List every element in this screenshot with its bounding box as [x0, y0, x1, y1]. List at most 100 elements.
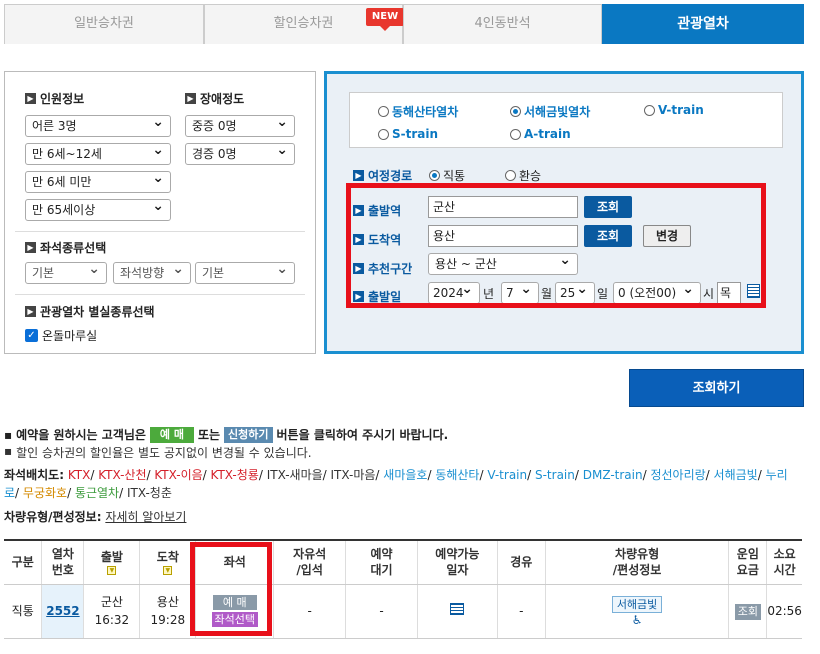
- cell-duration: 02:56: [766, 584, 802, 639]
- cell-available-date[interactable]: [416, 584, 498, 639]
- tab-four-seat[interactable]: 4인동반석: [403, 4, 602, 44]
- tab-tourist-train[interactable]: 관광열차: [602, 4, 804, 44]
- seat-layout-link[interactable]: 새마을호: [383, 468, 427, 482]
- seat-layout-link[interactable]: KTX-산천: [98, 468, 146, 482]
- th-vehicle: 차량유형 /편성정보: [544, 539, 729, 585]
- th-departure-label: 출발: [100, 550, 123, 565]
- radio-label: 직통: [443, 169, 466, 183]
- search-button[interactable]: 조회하기: [629, 369, 804, 407]
- seat-layout-link[interactable]: 정선아리랑: [650, 468, 705, 482]
- apply-tag: 신청하기: [224, 426, 273, 443]
- vehicle-info-link[interactable]: 자세히 알아보기: [105, 510, 186, 524]
- th-type: 구분: [4, 539, 42, 585]
- seat-layout-link[interactable]: KTX-이음: [154, 468, 202, 482]
- radio-selected-icon[interactable]: [429, 170, 440, 181]
- th-duration: 소요 시간: [766, 539, 802, 585]
- radio-label: S-train: [392, 127, 439, 141]
- cell-arrival: 용산 19:28: [139, 584, 196, 639]
- ondol-checkbox-row[interactable]: ✓ 온돌마루실: [25, 327, 97, 344]
- radio-vtrain[interactable]: V-train: [644, 103, 704, 117]
- radio-atrain[interactable]: A-train: [510, 127, 571, 141]
- arr-time: 19:28: [150, 613, 186, 627]
- separator: /: [258, 468, 267, 482]
- ondol-label: 온돌마루실: [42, 329, 98, 343]
- notice-text-c: 버튼을 클릭하여 주시기 바랍니다.: [276, 428, 449, 442]
- special-room-title: ▶ 관광열차 별실종류선택: [25, 303, 155, 320]
- train-number-link[interactable]: 2552: [46, 604, 79, 618]
- seat-layout-link[interactable]: 동해산타: [435, 468, 479, 482]
- seat-layout-link[interactable]: V-train: [487, 468, 527, 482]
- th-arrival[interactable]: 도착 ▼: [139, 539, 196, 585]
- vehicle-button[interactable]: 서해금빛: [611, 596, 663, 613]
- th-via: 경유: [496, 539, 546, 585]
- bullet-icon: ▶: [185, 93, 196, 104]
- fare-query-button[interactable]: 조회: [734, 604, 761, 620]
- radio-label: 동해산타열차: [392, 105, 459, 119]
- sort-icon[interactable]: ▼: [107, 566, 117, 576]
- separator: /: [15, 486, 23, 500]
- highlight-box: [346, 183, 766, 308]
- severe-select[interactable]: 중증 0명: [185, 112, 295, 137]
- seat-layout-links: 좌석배치도: KTX/ KTX-산천/ KTX-이음/ KTX-청룡/ ITX-…: [4, 466, 794, 502]
- reserve-tag: 예 매: [149, 426, 194, 443]
- checkbox-checked-icon[interactable]: ✓: [25, 329, 38, 342]
- radio-transfer[interactable]: 환승: [505, 167, 541, 184]
- separator: /: [67, 486, 75, 500]
- adult-select[interactable]: 어른 3명: [25, 112, 171, 137]
- radio-icon[interactable]: [505, 170, 516, 181]
- infant-select[interactable]: 만 6세 미만: [25, 168, 171, 193]
- seat-kind-select[interactable]: 기본: [25, 259, 107, 284]
- seat-position-select[interactable]: 기본: [195, 259, 295, 284]
- cell-departure: 군산 16:32: [83, 584, 140, 639]
- seat-layout-link[interactable]: DMZ-train: [583, 468, 643, 482]
- radio-direct[interactable]: 직통: [429, 167, 465, 184]
- seat-layout-link[interactable]: KTX: [68, 468, 91, 482]
- th-available-date: 예약가능 일자: [416, 539, 498, 585]
- radio-strain[interactable]: S-train: [378, 127, 438, 141]
- seat-layout-label: 좌석배치도:: [4, 468, 64, 482]
- train-type-box: 동해산타열차 서해금빛열차 V-train S-train A-train: [349, 92, 783, 148]
- child-select[interactable]: 만 6세~12세: [25, 140, 171, 165]
- seat-type-title-label: 좌석종류선택: [40, 241, 107, 255]
- calendar-icon[interactable]: [450, 603, 465, 615]
- notice-line-1: ▪ 예약을 원하시는 고객님은 예 매 또는 신청하기 버튼을 클릭하여 주시기…: [4, 426, 448, 443]
- separator: /: [202, 468, 211, 482]
- notice-text-2: 할인 승차권의 할인율은 별도 공지없이 변경될 수 있습니다.: [16, 446, 312, 460]
- radio-icon[interactable]: [510, 128, 521, 140]
- radio-donghae[interactable]: 동해산타열차: [378, 103, 458, 120]
- th-departure[interactable]: 출발 ▼: [83, 539, 140, 585]
- radio-icon[interactable]: [378, 128, 389, 140]
- senior-select[interactable]: 만 65세이상: [25, 196, 171, 221]
- seat-layout-link[interactable]: ITX-새마을: [267, 468, 323, 482]
- seat-layout-link[interactable]: S-train: [535, 468, 575, 482]
- people-title-label: 인원정보: [40, 92, 85, 106]
- cell-waiting: -: [345, 584, 418, 639]
- seat-direction-select[interactable]: 좌석방향: [113, 259, 191, 284]
- mild-select[interactable]: 경증 0명: [185, 140, 295, 165]
- highlight-box: [190, 542, 272, 636]
- cell-fare[interactable]: 조회: [728, 584, 767, 639]
- seat-layout-link[interactable]: 통근열차: [75, 486, 119, 500]
- seat-layout-link[interactable]: KTX-청룡: [211, 468, 259, 482]
- sort-icon[interactable]: ▼: [163, 566, 173, 576]
- radio-icon[interactable]: [644, 104, 655, 116]
- cell-train-no[interactable]: 2552: [41, 584, 84, 639]
- divider: [15, 294, 305, 295]
- radio-selected-icon[interactable]: [510, 106, 521, 117]
- tab-general[interactable]: 일반승차권: [4, 4, 204, 44]
- radio-label: A-train: [524, 127, 571, 141]
- seat-layout-link[interactable]: ITX-청춘: [127, 486, 172, 500]
- radio-icon[interactable]: [378, 106, 389, 117]
- new-badge: NEW: [366, 8, 404, 31]
- radio-seohae[interactable]: 서해금빛열차: [510, 103, 590, 120]
- notice-text-a: 예약을 원하시는 고객님은: [16, 428, 146, 442]
- dep-time: 16:32: [94, 613, 130, 627]
- seat-type-title: ▶ 좌석종류선택: [25, 239, 106, 256]
- seat-layout-link[interactable]: ITX-마음: [331, 468, 376, 482]
- disability-title: ▶ 장애정도: [185, 90, 244, 107]
- seat-layout-link[interactable]: 서해금빛: [714, 468, 758, 482]
- notice-bullet: ▪: [4, 444, 13, 458]
- cell-via: -: [496, 584, 546, 639]
- th-free-seat: 자유석 /입석: [273, 539, 346, 585]
- seat-layout-link[interactable]: 무궁화호: [23, 486, 67, 500]
